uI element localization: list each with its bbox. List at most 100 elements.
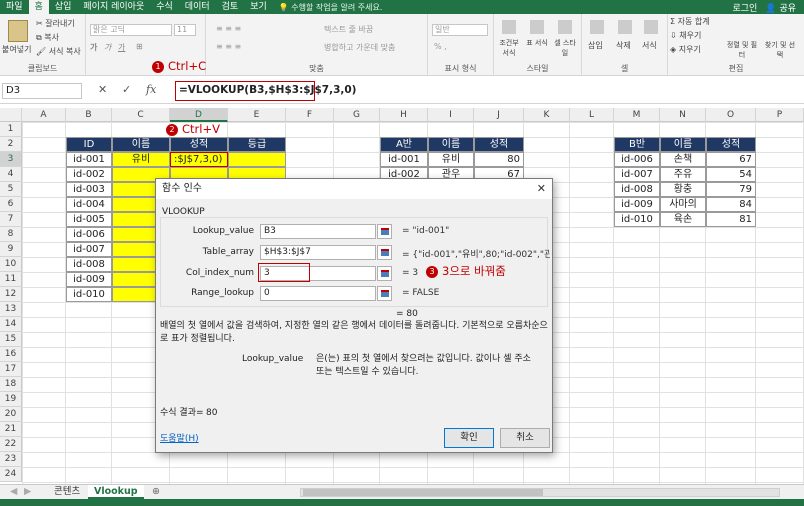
table-cell[interactable]: id-006 — [66, 227, 112, 242]
row-header-14[interactable]: 14 — [0, 317, 22, 332]
range-select-icon[interactable] — [377, 266, 392, 281]
table-a-header-cell[interactable]: 이름 — [428, 137, 474, 152]
lookup-value-input[interactable]: B3 — [260, 224, 376, 239]
table-b-cell[interactable]: 81 — [706, 212, 756, 227]
row-header-15[interactable]: 15 — [0, 332, 22, 347]
horizontal-scrollbar[interactable] — [300, 488, 780, 497]
format-painter-button[interactable]: 🖌 서식 복사 — [36, 46, 81, 57]
table-a-cell[interactable]: 80 — [474, 152, 524, 167]
percent-icon[interactable]: % , — [434, 42, 447, 51]
format-cells-button[interactable]: 서식 — [642, 40, 657, 51]
table-cell[interactable]: 유비 — [112, 152, 170, 167]
row-header-17[interactable]: 17 — [0, 362, 22, 377]
bold-button[interactable]: 가 — [90, 42, 97, 53]
sheet-tab-vlookup[interactable]: Vlookup — [88, 485, 144, 499]
table-array-input[interactable]: $H$3:$J$7 — [260, 245, 376, 260]
copy-button[interactable]: ⧉ 복사 — [36, 32, 59, 43]
delete-cells-icon[interactable] — [618, 20, 632, 34]
table-header-cell[interactable]: 등급 — [228, 137, 286, 152]
table-header-cell[interactable]: ID — [66, 137, 112, 152]
insert-cells-icon[interactable] — [590, 20, 604, 34]
row-header-7[interactable]: 7 — [0, 212, 22, 227]
share-button[interactable]: 👤 공유 — [765, 1, 796, 14]
tab-formulas[interactable]: 수식 — [150, 0, 179, 14]
column-header-a[interactable]: A — [22, 108, 66, 122]
tab-insert[interactable]: 삽입 — [49, 0, 78, 14]
column-header-l[interactable]: L — [570, 108, 614, 122]
row-header-5[interactable]: 5 — [0, 182, 22, 197]
conditional-format-button[interactable]: 조건부 서식 — [496, 38, 522, 58]
align-left-icon[interactable]: ≡ ≡ ≡ — [216, 42, 241, 51]
range-lookup-input[interactable]: 0 — [260, 286, 376, 301]
table-b-cell[interactable]: 육손 — [660, 212, 706, 227]
table-b-header-cell[interactable]: 이름 — [660, 137, 706, 152]
enter-icon[interactable]: ✓ — [122, 83, 131, 96]
column-header-m[interactable]: M — [614, 108, 660, 122]
column-header-d[interactable]: D — [170, 108, 228, 122]
table-a-cell[interactable]: 유비 — [428, 152, 474, 167]
wrap-text-button[interactable]: 텍스트 줄 바꿈 — [324, 24, 373, 35]
help-link[interactable]: 도움말(H) — [160, 433, 199, 446]
format-cells-icon[interactable] — [644, 20, 658, 34]
column-header-o[interactable]: O — [706, 108, 756, 122]
row-header-8[interactable]: 8 — [0, 227, 22, 242]
align-top-icon[interactable]: ≡ ≡ ≡ — [216, 24, 241, 33]
font-name-select[interactable]: 맑은 고딕 — [90, 24, 172, 36]
cancel-button[interactable]: 취소 — [500, 428, 550, 448]
table-a-header-cell[interactable]: 성적 — [474, 137, 524, 152]
column-header-e[interactable]: E — [228, 108, 286, 122]
table-b-cell[interactable]: id-010 — [614, 212, 660, 227]
table-b-cell[interactable]: id-008 — [614, 182, 660, 197]
tab-file[interactable]: 파일 — [0, 0, 29, 14]
autosum-button[interactable]: Σ 자동 합계 — [670, 16, 710, 27]
column-header-h[interactable]: H — [380, 108, 428, 122]
column-header-b[interactable]: B — [66, 108, 112, 122]
cell-style-icon[interactable] — [558, 20, 572, 34]
row-header-6[interactable]: 6 — [0, 197, 22, 212]
column-header-n[interactable]: N — [660, 108, 706, 122]
row-header-21[interactable]: 21 — [0, 422, 22, 437]
table-cell[interactable]: id-009 — [66, 272, 112, 287]
row-header-20[interactable]: 20 — [0, 407, 22, 422]
table-b-cell[interactable]: id-006 — [614, 152, 660, 167]
column-header-g[interactable]: G — [334, 108, 380, 122]
close-icon[interactable]: ✕ — [537, 182, 546, 195]
range-select-icon[interactable] — [377, 245, 392, 260]
tab-view[interactable]: 보기 — [244, 0, 273, 14]
conditional-format-icon[interactable] — [502, 20, 516, 34]
table-b-cell[interactable]: 주유 — [660, 167, 706, 182]
table-cell[interactable]: id-001 — [66, 152, 112, 167]
sort-filter-button[interactable]: 정렬 및 필터 — [724, 40, 760, 60]
table-cell[interactable]: id-005 — [66, 212, 112, 227]
range-select-icon[interactable] — [377, 224, 392, 239]
insert-cells-button[interactable]: 삽입 — [588, 40, 603, 51]
range-select-icon[interactable] — [377, 286, 392, 301]
table-cell[interactable]: id-008 — [66, 257, 112, 272]
row-header-24[interactable]: 24 — [0, 467, 22, 482]
table-b-header-cell[interactable]: B반 — [614, 137, 660, 152]
table-cell[interactable]: id-003 — [66, 182, 112, 197]
table-b-cell[interactable]: id-009 — [614, 197, 660, 212]
column-header-k[interactable]: K — [524, 108, 570, 122]
tab-page-layout[interactable]: 페이지 레이아웃 — [77, 0, 150, 14]
table-cell[interactable]: id-002 — [66, 167, 112, 182]
cancel-icon[interactable]: ✕ — [98, 83, 107, 96]
row-header-19[interactable]: 19 — [0, 392, 22, 407]
table-cell[interactable]: id-004 — [66, 197, 112, 212]
italic-button[interactable]: 가 — [104, 42, 111, 53]
clear-button[interactable]: ◈ 지우기 — [670, 44, 701, 55]
border-icon[interactable]: ⊞ — [136, 42, 143, 51]
row-header-18[interactable]: 18 — [0, 377, 22, 392]
row-header-22[interactable]: 22 — [0, 437, 22, 452]
delete-cells-button[interactable]: 삭제 — [616, 40, 631, 51]
login-link[interactable]: 로그인 — [733, 1, 758, 14]
name-box[interactable]: D3 — [2, 83, 82, 99]
underline-button[interactable]: 가 — [118, 42, 125, 53]
sheet-tab-contents[interactable]: 콘텐츠 — [48, 485, 86, 499]
table-cell[interactable] — [228, 152, 286, 167]
table-header-cell[interactable]: 성적 — [170, 137, 228, 152]
column-header-i[interactable]: I — [428, 108, 474, 122]
table-b-cell[interactable]: 79 — [706, 182, 756, 197]
cell-style-button[interactable]: 셀 스타일 — [552, 38, 578, 58]
row-header-11[interactable]: 11 — [0, 272, 22, 287]
